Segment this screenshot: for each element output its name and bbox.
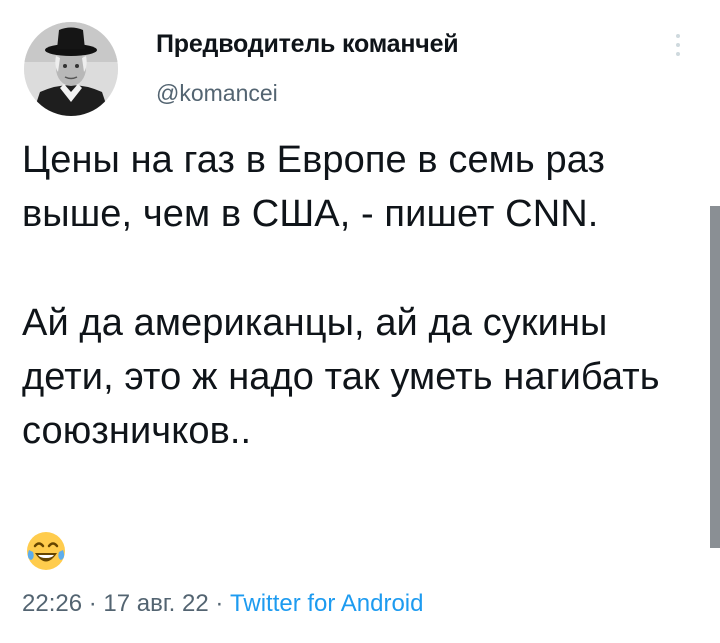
tweet-time[interactable]: 22:26 [22, 590, 82, 617]
tweet-date[interactable]: 17 авг. 22 [103, 590, 208, 617]
tweet-metadata: 22:26 · 17 авг. 22 · Twitter for Android [22, 590, 423, 618]
face-with-tears-of-joy-icon [25, 530, 67, 572]
avatar[interactable] [24, 22, 118, 116]
scrollbar[interactable] [710, 206, 720, 548]
more-options-icon[interactable] [672, 34, 684, 60]
tweet-text-paragraph: Цены на газ в Европе в семь раз выше, че… [22, 139, 606, 235]
tweet-source-link[interactable]: Twitter for Android [230, 590, 423, 617]
meta-separator: · [82, 590, 104, 617]
author-handle[interactable]: @komancei [156, 80, 278, 107]
author-display-name[interactable]: Предводитель команчей [156, 30, 459, 59]
tweet-text: Цены на газ в Европе в семь раз выше, че… [22, 133, 662, 458]
meta-separator: · [208, 590, 231, 617]
tweet-text-paragraph: Ай да американцы, ай да сукины дети, это… [22, 302, 660, 452]
tweet-card: Предводитель команчей @komancei Цены на … [0, 0, 720, 643]
avatar-portrait-icon [24, 22, 118, 116]
